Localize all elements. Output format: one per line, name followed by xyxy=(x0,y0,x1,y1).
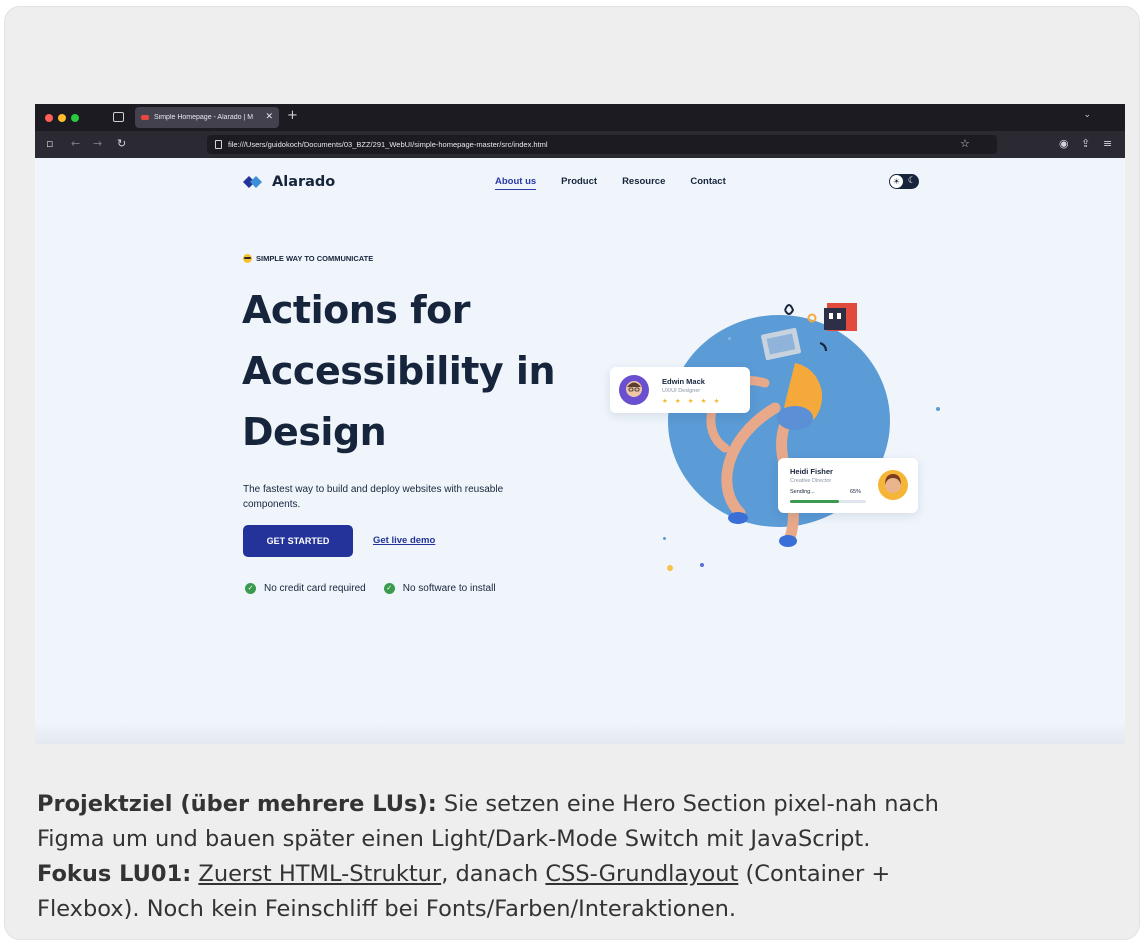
web-page: Alarado About us Product Resource Contac… xyxy=(35,158,1125,744)
check-text: No credit card required xyxy=(264,583,366,594)
hero-eyebrow: SIMPLE WAY TO COMMUNICATE xyxy=(243,254,373,263)
bookmark-star-icon[interactable]: ☆ xyxy=(960,138,970,149)
nav-link-product[interactable]: Product xyxy=(561,176,597,190)
hero-title-line: Actions for xyxy=(242,288,471,332)
avatar xyxy=(878,470,908,500)
sidebar-toggle-icon[interactable]: ▫ xyxy=(46,138,53,149)
back-arrow-icon[interactable]: ← xyxy=(71,138,80,149)
forward-arrow-icon[interactable]: → xyxy=(93,138,102,149)
focus-tail-text: (Container + xyxy=(738,861,891,887)
hero-illustration: Edwin Mack UX/UI Designer ★ ★ ★ ★ ★ Heid… xyxy=(605,288,940,571)
progress-label: Sending... xyxy=(790,489,815,495)
extensions-icon[interactable]: ⇪ xyxy=(1081,138,1090,149)
app-menu-icon[interactable]: ≡ xyxy=(1103,138,1112,149)
live-demo-link[interactable]: Get live demo xyxy=(373,535,435,546)
minimize-window-button[interactable] xyxy=(58,114,66,122)
tab-title: Simple Homepage - Alarado | M xyxy=(154,114,254,121)
browser-window: Simple Homepage - Alarado | M ✕ + ⌄ ▫ ← … xyxy=(35,104,1125,744)
decor-dot xyxy=(667,565,673,571)
diamond-logo-icon xyxy=(243,176,262,188)
goal-label: Projektziel (über mehrere LUs): xyxy=(37,791,437,817)
page-bottom-shadow xyxy=(35,722,1125,744)
rating-stars-icon: ★ ★ ★ ★ ★ xyxy=(662,397,722,405)
focus-mid-text: , danach xyxy=(441,861,546,887)
slide-caption: Projektziel (über mehrere LUs): Sie setz… xyxy=(37,787,1127,927)
decor-dot xyxy=(936,407,940,411)
feature-checks: ✓ No credit card required ✓ No software … xyxy=(245,583,496,594)
get-started-button[interactable]: GET STARTED xyxy=(243,525,353,557)
close-window-button[interactable] xyxy=(45,114,53,122)
progress-bar xyxy=(790,500,866,503)
profile-name: Heidi Fisher xyxy=(790,467,833,476)
css-layout-link[interactable]: CSS-Grundlayout xyxy=(545,861,738,887)
account-icon[interactable]: ◉ xyxy=(1059,138,1069,149)
eyebrow-text: SIMPLE WAY TO COMMUNICATE xyxy=(256,254,374,263)
nav-link-about-us[interactable]: About us xyxy=(495,176,537,190)
check-item: ✓ No credit card required xyxy=(245,583,366,594)
reload-icon[interactable]: ↻ xyxy=(117,138,126,149)
check-item: ✓ No software to install xyxy=(383,583,496,594)
hero-title-line: Design xyxy=(242,410,387,454)
nav-link-contact[interactable]: Contact xyxy=(690,176,725,190)
caption-goal-line: Projektziel (über mehrere LUs): Sie setz… xyxy=(37,787,1127,822)
avatar xyxy=(619,375,649,405)
dark-mode-toggle[interactable]: ☀ ☾ xyxy=(889,174,919,189)
browser-tab-active[interactable]: Simple Homepage - Alarado | M ✕ xyxy=(135,107,279,128)
address-url: file:///Users/guidokoch/Documents/03_BZZ… xyxy=(228,140,548,149)
sun-icon: ☀ xyxy=(890,175,903,188)
tab-overview-icon[interactable] xyxy=(113,112,124,122)
profile-card-edwin: Edwin Mack UX/UI Designer ★ ★ ★ ★ ★ xyxy=(610,367,750,413)
hero-subtitle: The fastest way to build and deploy webs… xyxy=(243,484,504,510)
address-bar[interactable]: file:///Users/guidokoch/Documents/03_BZZ… xyxy=(207,135,997,154)
logo-text: Alarado xyxy=(272,174,336,190)
decor-dot xyxy=(728,337,731,340)
checkmark-icon: ✓ xyxy=(245,583,256,594)
focus-label: Fokus LU01: xyxy=(37,861,192,887)
browser-tab-bar: Simple Homepage - Alarado | M ✕ + ⌄ xyxy=(35,104,1125,131)
page-document-icon xyxy=(215,140,222,149)
decor-dot xyxy=(700,563,704,567)
checkmark-icon: ✓ xyxy=(383,583,395,594)
3d-character-illustration xyxy=(706,303,857,547)
profile-name: Edwin Mack xyxy=(662,377,705,386)
check-text: No software to install xyxy=(402,583,496,594)
favicon-icon xyxy=(141,115,149,120)
html-structure-link[interactable]: Zuerst HTML-Struktur xyxy=(198,861,441,887)
new-tab-button[interactable]: + xyxy=(287,109,298,122)
browser-toolbar: ▫ ← → ↻ file:///Users/guidokoch/Document… xyxy=(35,131,1125,158)
profile-role: Creative Director xyxy=(790,478,832,484)
caption-focus-line: Fokus LU01: Zuerst HTML-Struktur, danach… xyxy=(37,857,1127,892)
maximize-window-button[interactable] xyxy=(71,114,79,122)
site-logo[interactable]: Alarado xyxy=(243,174,335,190)
caption-focus-line-2: Flexbox). Noch kein Feinschliff bei Font… xyxy=(37,896,737,922)
caption-goal-line-2: Figma um und bauen später einen Light/Da… xyxy=(37,826,871,852)
profile-role: UX/UI Designer xyxy=(662,388,701,394)
man-avatar-icon xyxy=(626,381,642,397)
woman-avatar-icon xyxy=(885,474,901,493)
progress-fill xyxy=(790,500,840,503)
nav-link-resource[interactable]: Resource xyxy=(622,176,665,190)
decor-dot xyxy=(663,537,666,540)
site-nav: About us Product Resource Contact xyxy=(495,176,726,190)
list-all-tabs-chevron-icon[interactable]: ⌄ xyxy=(1083,110,1091,120)
progress-value: 65% xyxy=(850,489,862,495)
moon-icon: ☾ xyxy=(907,176,916,186)
profile-card-heidi: Heidi Fisher Creative Director Sending..… xyxy=(778,458,918,513)
sunglasses-emoji-icon xyxy=(243,254,252,263)
goal-text: Sie setzen eine Hero Section pixel-nah n… xyxy=(436,791,939,817)
hero-title-line: Accessibility in xyxy=(242,349,556,393)
tab-close-icon[interactable]: ✕ xyxy=(265,113,273,122)
slide-card: Simple Homepage - Alarado | M ✕ + ⌄ ▫ ← … xyxy=(4,6,1140,940)
hero-title: Actions for Accessibility in Design xyxy=(242,280,602,463)
